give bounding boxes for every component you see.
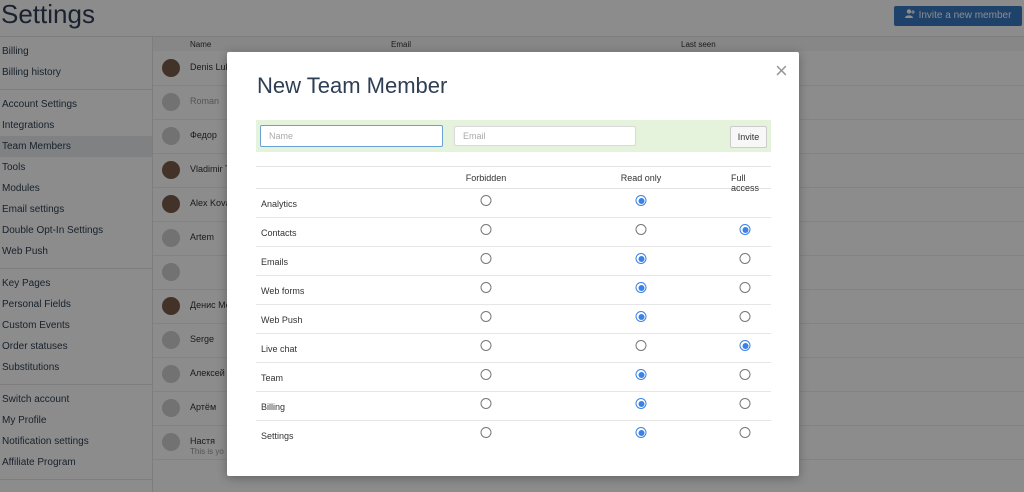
close-icon[interactable]: × <box>775 60 788 82</box>
permission-label: Billing <box>261 402 286 412</box>
radio-read-only[interactable] <box>635 340 647 351</box>
radio-full-access[interactable] <box>739 369 751 380</box>
permission-row: Billing <box>256 392 771 421</box>
radio-forbidden[interactable] <box>480 224 492 235</box>
permission-label: Emails <box>261 257 289 267</box>
radio-full-access[interactable] <box>739 282 751 293</box>
email-input[interactable] <box>454 126 636 146</box>
radio-full-access[interactable] <box>739 224 751 235</box>
permission-label: Live chat <box>261 344 298 354</box>
permission-label: Web forms <box>261 286 305 296</box>
radio-read-only[interactable] <box>635 311 647 322</box>
radio-read-only[interactable] <box>635 282 647 293</box>
radio-forbidden[interactable] <box>480 369 492 380</box>
radio-full-access[interactable] <box>739 427 751 438</box>
permission-row: Contacts <box>256 218 771 247</box>
radio-read-only[interactable] <box>635 224 647 235</box>
invite-button[interactable]: Invite <box>730 126 767 148</box>
permission-row: Analytics <box>256 189 771 218</box>
new-team-member-modal: New Team Member × Invite Forbidden Read … <box>227 52 799 476</box>
radio-read-only[interactable] <box>635 195 647 206</box>
permission-label: Analytics <box>261 199 298 209</box>
permission-row: Emails <box>256 247 771 276</box>
radio-forbidden[interactable] <box>480 195 492 206</box>
radio-full-access[interactable] <box>739 311 751 322</box>
permission-row: Web forms <box>256 276 771 305</box>
permission-label: Team <box>261 373 284 383</box>
radio-forbidden[interactable] <box>480 340 492 351</box>
column-forbidden: Forbidden <box>465 173 507 183</box>
permission-label: Contacts <box>261 228 297 238</box>
radio-forbidden[interactable] <box>480 398 492 409</box>
permission-label: Settings <box>261 431 294 441</box>
radio-read-only[interactable] <box>635 427 647 438</box>
radio-forbidden[interactable] <box>480 311 492 322</box>
radio-full-access[interactable] <box>739 253 751 264</box>
column-read-only: Read only <box>620 173 662 183</box>
radio-read-only[interactable] <box>635 398 647 409</box>
permission-row: Settings <box>256 421 771 449</box>
permission-label: Web Push <box>261 315 303 325</box>
radio-full-access[interactable] <box>739 398 751 409</box>
radio-forbidden[interactable] <box>480 282 492 293</box>
invite-form: Invite <box>256 120 771 152</box>
radio-forbidden[interactable] <box>480 253 492 264</box>
permission-row: Web Push <box>256 305 771 334</box>
permission-row: Team <box>256 363 771 392</box>
permission-row: Live chat <box>256 334 771 363</box>
name-input[interactable] <box>260 125 443 147</box>
radio-forbidden[interactable] <box>480 427 492 438</box>
modal-title: New Team Member <box>257 73 448 98</box>
radio-read-only[interactable] <box>635 253 647 264</box>
radio-read-only[interactable] <box>635 369 647 380</box>
permissions-table: Forbidden Read only Full access Analytic… <box>256 166 771 449</box>
permissions-header: Forbidden Read only Full access <box>256 166 771 193</box>
radio-full-access[interactable] <box>739 340 751 351</box>
